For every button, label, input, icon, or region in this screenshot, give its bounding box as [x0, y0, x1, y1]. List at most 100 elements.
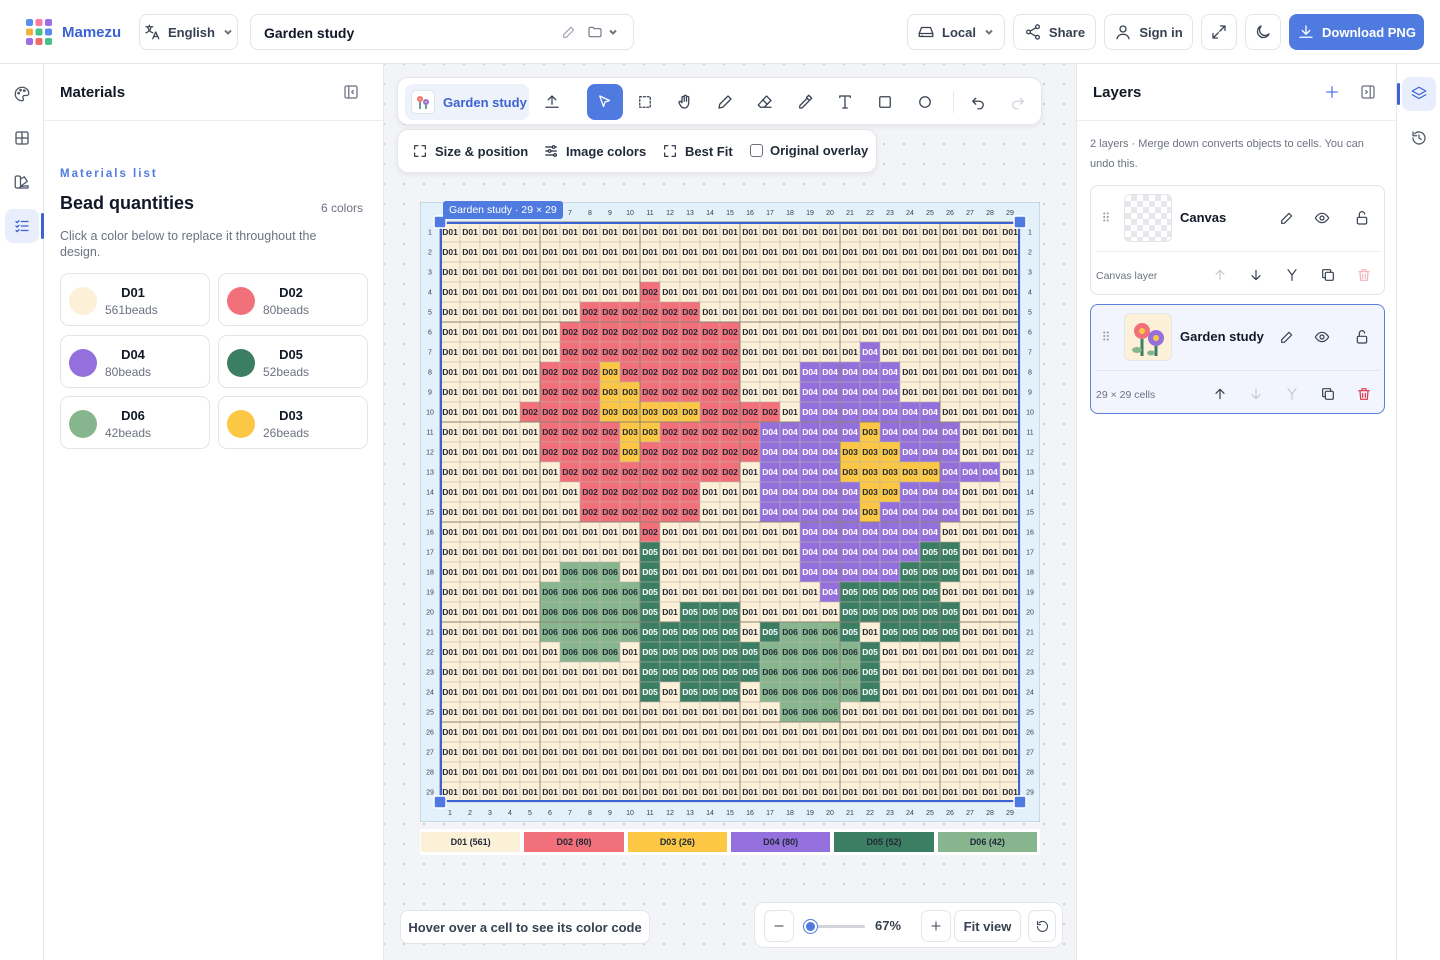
bead-count: 561beads — [105, 303, 158, 317]
bead-cell-code: D01 — [802, 287, 818, 297]
move-down-icon[interactable] — [1248, 386, 1264, 402]
move-up-icon[interactable] — [1212, 386, 1228, 402]
pencil-tool[interactable] — [707, 84, 743, 120]
zoom-slider-handle[interactable] — [803, 920, 817, 933]
original-overlay-toggle[interactable]: Original overlay — [750, 143, 868, 158]
resize-handle[interactable] — [1013, 795, 1027, 809]
eraser-tool[interactable] — [747, 84, 783, 120]
move-up-icon[interactable] — [1212, 267, 1228, 283]
merge-down-icon[interactable] — [1284, 386, 1300, 402]
theme-toggle[interactable] — [1245, 14, 1281, 50]
rename-icon[interactable] — [1279, 210, 1295, 226]
color-card-d06[interactable]: D06 42beads — [60, 396, 210, 449]
project-files-menu[interactable] — [587, 24, 619, 40]
color-card-d04[interactable]: D04 80beads — [60, 335, 210, 388]
edit-title-icon[interactable] — [561, 24, 577, 40]
fullscreen-button[interactable] — [1201, 14, 1237, 50]
layers-icon — [1411, 86, 1427, 100]
storage-select[interactable]: Local — [907, 14, 1005, 50]
bead-cell-code: D01 — [762, 527, 778, 537]
bead-cell-code: D01 — [602, 727, 618, 737]
rail-layers-button[interactable] — [1402, 77, 1436, 111]
zoom-in-button[interactable] — [921, 910, 951, 942]
rename-icon[interactable] — [1279, 329, 1295, 345]
bead-cell-code: D02 — [602, 507, 618, 517]
image-colors-button[interactable]: Image colors — [543, 143, 646, 159]
app-logo[interactable]: Mamezu — [24, 17, 121, 47]
color-card-d01[interactable]: D01 561beads — [60, 273, 210, 326]
bead-cell-code: D01 — [802, 227, 818, 237]
bead-cell-code: D01 — [442, 447, 458, 457]
zoom-out-button[interactable] — [764, 910, 794, 942]
drag-handle-icon[interactable] — [1099, 329, 1113, 343]
bead-count: 80beads — [263, 303, 310, 317]
ruler-number: 3 — [1028, 270, 1032, 277]
drag-handle-icon[interactable] — [1099, 210, 1113, 224]
merge-down-icon[interactable] — [1284, 267, 1300, 283]
text-tool[interactable] — [827, 84, 863, 120]
rail-swatches-button[interactable] — [5, 165, 39, 199]
bead-cell-code: D01 — [642, 727, 658, 737]
layer-item-canvas[interactable]: Canvas Canvas layer — [1090, 185, 1385, 295]
rail-materials-button[interactable] — [5, 209, 39, 243]
bead-cell-code: D01 — [522, 787, 538, 797]
bead-cell-code: D04 — [762, 507, 778, 517]
eye-icon[interactable] — [1314, 329, 1330, 345]
share-icon — [1025, 24, 1040, 40]
rail-palette-button[interactable] — [5, 77, 39, 111]
color-card-d05[interactable]: D05 52beads — [218, 335, 368, 388]
resize-handle[interactable] — [433, 795, 447, 809]
resize-handle[interactable] — [1013, 215, 1027, 229]
marquee-tool[interactable] — [627, 84, 663, 120]
redo-button[interactable] — [1000, 84, 1036, 120]
download-png-button[interactable]: Download PNG — [1289, 14, 1424, 50]
select-tool[interactable] — [587, 84, 623, 120]
rail-grid-button[interactable] — [5, 121, 39, 155]
overlay-checkbox[interactable] — [750, 144, 763, 157]
rail-history-button[interactable] — [1402, 121, 1436, 155]
import-tool[interactable] — [534, 84, 570, 120]
duplicate-icon[interactable] — [1320, 386, 1336, 402]
fit-view-button[interactable]: Fit view — [954, 910, 1021, 942]
unlock-icon[interactable] — [1354, 329, 1370, 345]
move-down-icon[interactable] — [1248, 267, 1264, 283]
color-card-d02[interactable]: D02 80beads — [218, 273, 368, 326]
project-title-field[interactable]: Garden study — [250, 14, 634, 50]
collapse-layers-icon[interactable] — [1359, 83, 1377, 101]
bead-cell-code: D06 — [602, 647, 618, 657]
sign-in-button[interactable]: Sign in — [1104, 14, 1193, 50]
layer-item-garden-study[interactable]: Garden study 29 × 29 cells — [1090, 304, 1385, 414]
reset-view-button[interactable] — [1028, 910, 1056, 942]
bead-cell-code: D01 — [622, 747, 638, 757]
layer-chip[interactable]: Garden study — [405, 84, 529, 120]
bead-cell-code: D01 — [742, 787, 758, 797]
share-button[interactable]: Share — [1013, 14, 1096, 50]
unlock-icon[interactable] — [1354, 210, 1370, 226]
undo-button[interactable] — [960, 84, 996, 120]
duplicate-icon[interactable] — [1320, 267, 1336, 283]
delete-icon[interactable] — [1356, 267, 1372, 283]
toolbar-divider — [953, 91, 954, 113]
layers-title: Layers — [1093, 84, 1142, 101]
zoom-slider-track[interactable] — [803, 920, 865, 933]
color-dot — [69, 349, 97, 377]
top-bar: Mamezu English Garden study Local Share … — [0, 0, 1440, 64]
add-layer-icon[interactable] — [1323, 83, 1341, 101]
delete-icon[interactable] — [1356, 386, 1372, 402]
color-card-d03[interactable]: D03 26beads — [218, 396, 368, 449]
bead-cell-code: D01 — [482, 407, 498, 417]
bead-grid-svg[interactable]: D01 D01 D01 D01 D01 D01 D01 D01 D01 D01 D01 D01 D01 D… — [420, 202, 1040, 822]
eye-icon[interactable] — [1314, 210, 1330, 226]
best-fit-button[interactable]: Best Fit — [662, 143, 733, 159]
bead-cell-code: D01 — [942, 267, 958, 277]
eyedropper-tool[interactable] — [787, 84, 823, 120]
bead-cell-code: D02 — [702, 407, 718, 417]
bead-pattern-grid[interactable]: D01 D01 D01 D01 D01 D01 D01 D01 D01 D01 D01 D01 D01 D… — [420, 202, 1040, 822]
collapse-panel-icon[interactable] — [342, 83, 360, 101]
language-select[interactable]: English — [139, 14, 238, 50]
size-position-button[interactable]: Size & position — [412, 143, 528, 159]
hand-tool[interactable] — [667, 84, 703, 120]
circle-tool[interactable] — [907, 84, 943, 120]
rectangle-tool[interactable] — [867, 84, 903, 120]
bead-cell-code: D01 — [522, 707, 538, 717]
